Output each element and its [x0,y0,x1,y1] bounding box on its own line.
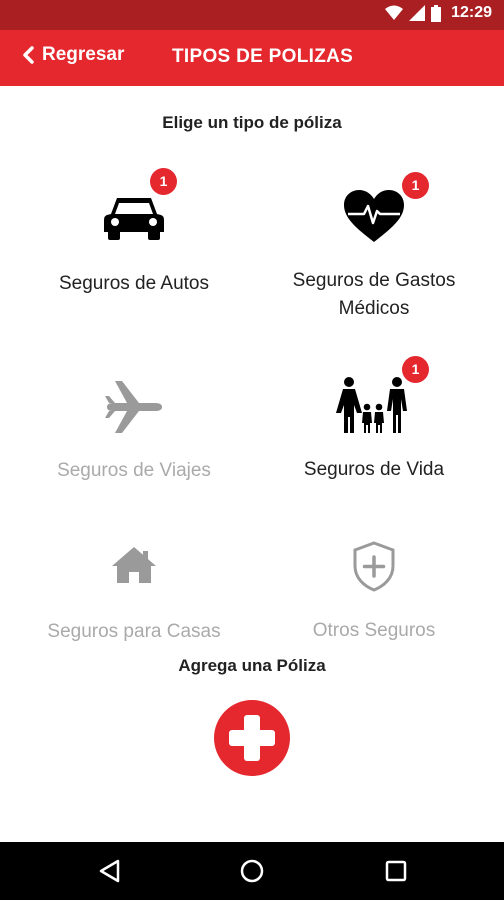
nav-recents-button[interactable] [381,856,411,886]
status-time: 12:29 [451,4,492,21]
policy-type-otros[interactable]: Otros Seguros [248,530,500,650]
policy-type-label: Otros Seguros [312,620,436,641]
nav-home-button[interactable] [237,856,267,886]
policy-type-label: Seguros de Gastos Médicos [292,270,456,319]
navigation-bar [0,842,504,900]
notification-badge: 1 [402,356,429,383]
plus-icon [229,715,275,761]
back-button[interactable]: Regresar [22,44,124,66]
policy-type-label: Seguros para Casas [47,621,221,642]
family-icon [336,377,407,433]
nav-back-button[interactable] [96,856,126,886]
policy-type-casas[interactable]: Seguros para Casas [8,530,260,650]
shield-plus-icon [353,541,395,592]
section-subtitle: Elige un tipo de póliza [162,113,342,132]
back-triangle-icon [99,859,120,883]
policy-type-label: Seguros de Autos [59,273,209,294]
status-icons: 12:29 [385,4,492,22]
battery-icon [431,4,442,22]
page-title: TIPOS DE POLIZAS [172,46,354,67]
chevron-left-icon [23,46,34,64]
home-circle-icon [240,859,264,883]
status-bar: 12:29 [0,0,504,30]
policy-type-autos[interactable]: 1 Seguros de Autos [8,160,260,310]
airplane-icon [105,381,162,433]
policy-type-label: Seguros de Vida [303,459,445,480]
add-policy-button[interactable] [214,700,290,776]
cell-signal-icon [409,5,426,21]
policy-type-viajes[interactable]: Seguros de Viajes [8,360,260,490]
recents-square-icon [385,860,407,882]
house-icon [112,547,156,583]
notification-badge: 1 [150,168,177,195]
wifi-icon [385,5,404,20]
app-bar: Regresar TIPOS DE POLIZAS [0,30,504,86]
car-icon [104,198,164,240]
heart-pulse-icon [344,190,404,242]
notification-badge: 1 [402,172,429,199]
policy-type-label: Seguros de Viajes [57,460,211,481]
policy-type-vida[interactable]: 1 Seguros de Vida [248,355,500,485]
policy-type-gastos-medicos[interactable]: 1 Seguros de Gastos Médicos [248,160,500,335]
back-label: Regresar [42,44,125,65]
add-policy-title: Agrega una Póliza [178,656,326,675]
